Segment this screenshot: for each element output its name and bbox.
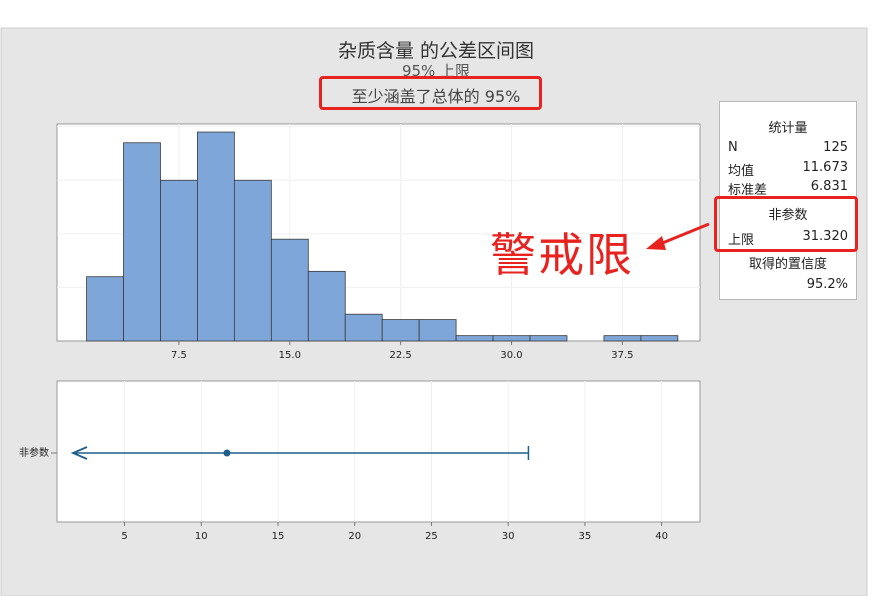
figure-frame: 杂质含量 的公差区间图 95% 上限 至少涵盖了总体的 95% 7.5 15.0 2… — [0, 0, 872, 596]
annotation-arrow — [646, 222, 710, 250]
